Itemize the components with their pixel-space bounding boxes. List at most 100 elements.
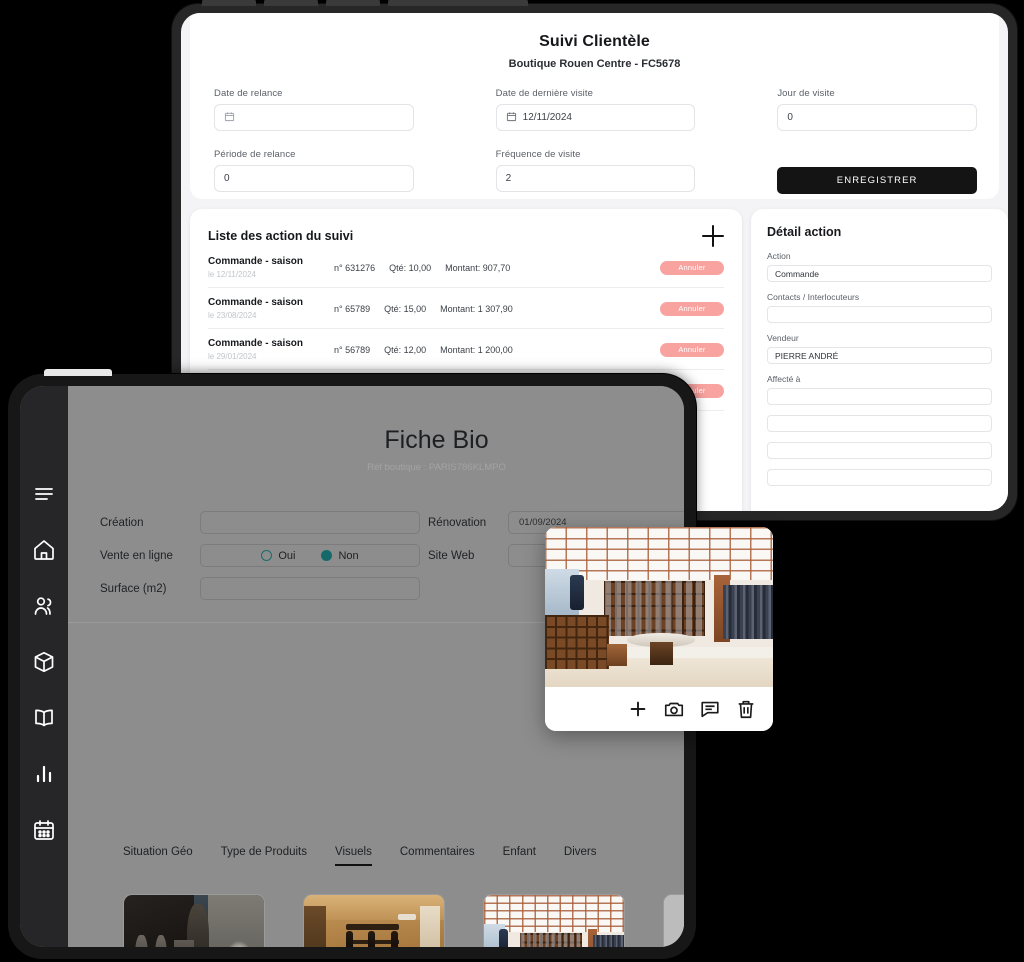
- visual-preview-image: [545, 527, 773, 687]
- page-subtitle: Boutique Rouen Centre - FC5678: [508, 58, 681, 70]
- image-menswear-shelving-store: [545, 527, 773, 687]
- comment-icon[interactable]: [699, 698, 721, 720]
- cancel-action-button[interactable]: Annuler: [660, 260, 724, 275]
- periode-relance-input[interactable]: 0: [214, 165, 414, 192]
- tab-situation-geo[interactable]: Situation Géo: [123, 846, 193, 866]
- creation-label: Création: [100, 516, 144, 529]
- visual-preview-toolbar: [545, 687, 773, 731]
- surface-label: Surface (m2): [100, 582, 167, 595]
- field-date-relance: Date de relance: [214, 88, 414, 131]
- tab-commentaires[interactable]: Commentaires: [400, 846, 475, 866]
- book-icon[interactable]: [32, 706, 56, 730]
- field-jour-visite: Jour de visite 0: [777, 88, 977, 131]
- sidebar: [20, 386, 68, 947]
- jour-visite-input[interactable]: 0: [777, 104, 977, 131]
- frequence-visite-input[interactable]: 2: [495, 165, 696, 192]
- creation-input[interactable]: [200, 511, 420, 534]
- action-date: le 29/01/2024: [208, 352, 257, 361]
- field-label: Date de dernière visite: [495, 88, 594, 99]
- visual-preview-popup[interactable]: [545, 527, 773, 731]
- visuals-cards-row: Ajouter une image PNG / JPG: [68, 866, 684, 947]
- action-number: n° 631276: [334, 262, 376, 273]
- detail-vendeur-input[interactable]: PIERRE ANDRÉ: [767, 347, 992, 364]
- radio-circle-icon: [261, 550, 273, 561]
- detail-extra-input-3[interactable]: [767, 469, 992, 486]
- detail-action-input[interactable]: Commande: [767, 265, 992, 282]
- chart-icon[interactable]: [32, 762, 56, 786]
- action-qty: Qté: 10,00: [389, 262, 432, 273]
- tab-visuels[interactable]: Visuels: [335, 846, 372, 866]
- radio-oui[interactable]: Oui: [261, 550, 295, 562]
- action-qty: Qté: 15,00: [384, 303, 427, 314]
- action-amount: Montant: 1 307,90: [440, 303, 513, 314]
- detail-label-vendeur: Vendeur: [767, 333, 799, 343]
- visual-card[interactable]: [483, 894, 625, 947]
- tab-enfant[interactable]: Enfant: [503, 846, 536, 866]
- action-detail-panel: Détail action Action Commande Contacts /…: [751, 209, 1008, 511]
- trash-icon[interactable]: [735, 698, 757, 720]
- frequence-visite-value: 2: [505, 173, 512, 184]
- surface-input[interactable]: [200, 577, 420, 600]
- detail-label-action: Action: [767, 251, 791, 261]
- cancel-action-button[interactable]: Annuler: [660, 342, 724, 357]
- action-number: n° 65789: [334, 303, 371, 314]
- jour-visite-value: 0: [787, 112, 793, 123]
- calendar-icon: [506, 111, 517, 125]
- detail-extra-input-2[interactable]: [767, 442, 992, 459]
- camera-icon[interactable]: [663, 698, 685, 720]
- date-derniere-visite-value: 12/11/2024: [522, 112, 572, 123]
- device-top-buttons: [202, 0, 622, 6]
- table-row[interactable]: Commande - saison le 12/11/2024 n° 63127…: [208, 247, 724, 288]
- plus-icon[interactable]: [627, 698, 649, 720]
- radio-circle-filled-icon: [321, 550, 333, 561]
- action-title: Commande - saison: [208, 297, 304, 308]
- tab-divers[interactable]: Divers: [564, 846, 597, 866]
- box-icon[interactable]: [32, 650, 56, 674]
- date-relance-input[interactable]: [214, 104, 414, 131]
- visual-card[interactable]: [123, 894, 265, 947]
- screenshot-stage: Suivi Clientèle Boutique Rouen Centre - …: [0, 0, 1024, 962]
- visual-card[interactable]: [303, 894, 445, 947]
- field-frequence-visite: Fréquence de visite 2: [495, 149, 696, 194]
- detail-affecte-input[interactable]: [767, 388, 992, 405]
- action-date: le 12/11/2024: [208, 270, 256, 279]
- action-amount: Montant: 907,70: [445, 262, 511, 273]
- cancel-action-button[interactable]: Annuler: [660, 301, 724, 316]
- field-periode-relance: Période de relance 0: [214, 149, 414, 194]
- tab-type-de-produits[interactable]: Type de Produits: [221, 846, 307, 866]
- detail-label-affecte: Affecté à: [767, 374, 801, 384]
- home-icon[interactable]: [32, 538, 56, 562]
- detail-contacts-input[interactable]: [767, 306, 992, 323]
- save-button-cell: ENREGISTRER: [777, 149, 977, 194]
- suivi-clientele-panel: Suivi Clientèle Boutique Rouen Centre - …: [190, 13, 999, 199]
- action-amount: Montant: 1 200,00: [440, 344, 513, 355]
- menu-icon[interactable]: [32, 482, 56, 506]
- actions-list-title: Liste des action du suivi: [208, 229, 354, 243]
- visual-image: [124, 895, 264, 947]
- device-power-button: [44, 369, 112, 376]
- renovation-label: Rénovation: [428, 516, 487, 529]
- detail-extra-input-1[interactable]: [767, 415, 992, 432]
- action-qty: Qté: 12,00: [384, 344, 427, 355]
- fiche-ref: Réf boutique : PARIS786KLMPO: [367, 462, 506, 473]
- plus-icon[interactable]: [702, 225, 724, 247]
- radio-non[interactable]: Non: [321, 549, 359, 562]
- image-warm-wood-boutique: [304, 895, 444, 947]
- date-derniere-visite-input[interactable]: 12/11/2024: [495, 104, 696, 131]
- vente-en-ligne-label: Vente en ligne: [100, 549, 173, 562]
- action-title: Commande - saison: [208, 338, 304, 349]
- field-date-derniere-visite: Date de dernière visite 12/11/2024: [495, 88, 696, 131]
- action-date: le 23/08/2024: [208, 311, 257, 320]
- visual-image: [304, 895, 444, 947]
- actions-list-header: Liste des action du suivi: [208, 225, 724, 247]
- table-row[interactable]: Commande - saison le 29/01/2024 n° 56789…: [208, 329, 724, 370]
- save-button[interactable]: ENREGISTRER: [777, 167, 977, 194]
- image-placeholder: Ajouter une image PNG / JPG: [664, 895, 684, 947]
- visual-image: [484, 895, 624, 947]
- calendar-icon[interactable]: [32, 818, 56, 842]
- vente-en-ligne-radiogroup[interactable]: Oui Non: [200, 544, 420, 567]
- users-icon[interactable]: [32, 594, 56, 618]
- visual-card-empty[interactable]: Ajouter une image PNG / JPG: [663, 894, 684, 947]
- radio-non-label: Non: [338, 549, 359, 562]
- table-row[interactable]: Commande - saison le 23/08/2024 n° 65789…: [208, 288, 724, 329]
